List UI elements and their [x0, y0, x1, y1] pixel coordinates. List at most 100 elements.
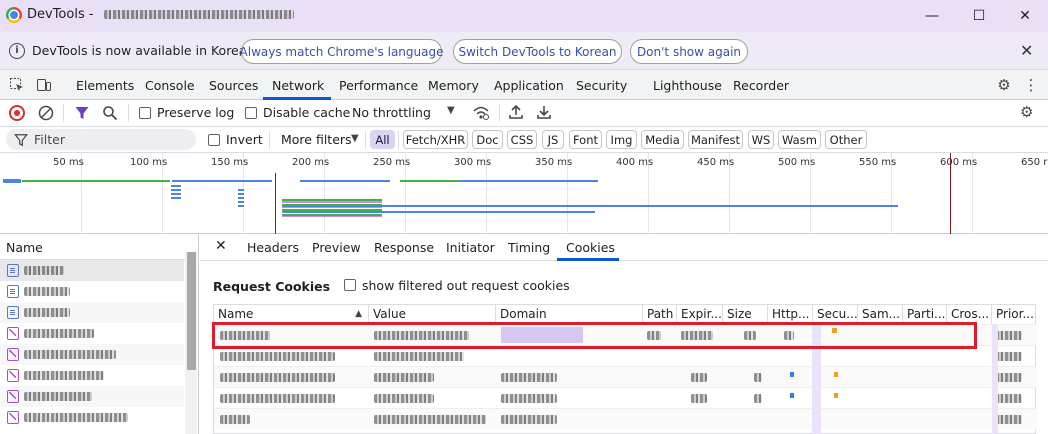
record-stop-icon[interactable]: [9, 105, 25, 121]
redacted-name: [24, 371, 104, 380]
chip-media[interactable]: Media: [641, 130, 684, 149]
invert-checkbox[interactable]: [208, 134, 220, 146]
redacted-cell: [220, 373, 335, 382]
list-item[interactable]: [0, 386, 184, 407]
timeline-tick: 500 ms: [778, 157, 816, 168]
import-har-icon[interactable]: [508, 104, 524, 120]
network-overview-timeline[interactable]: 50 ms 100 ms 150 ms 200 ms 250 ms 300 ms…: [0, 153, 1048, 234]
table-row[interactable]: [214, 408, 1037, 429]
network-conditions-icon[interactable]: [472, 104, 490, 122]
chip-wasm[interactable]: Wasm: [778, 130, 821, 149]
tab-network[interactable]: Network: [272, 78, 324, 93]
maximize-button[interactable]: ☐: [956, 0, 1002, 32]
throttling-select[interactable]: No throttling: [352, 105, 431, 120]
more-options-icon[interactable]: ⋮: [1023, 77, 1039, 93]
timeline-tick: 550 ms: [859, 157, 897, 168]
clear-icon[interactable]: [38, 105, 54, 121]
inspect-element-icon[interactable]: [9, 77, 25, 93]
timeline-tick: 350 ms: [535, 157, 573, 168]
disable-cache-label: Disable cache: [263, 105, 351, 120]
tab-performance[interactable]: Performance: [339, 78, 418, 93]
list-item[interactable]: [0, 365, 184, 386]
search-icon[interactable]: [102, 105, 118, 121]
tab-headers[interactable]: Headers: [247, 240, 299, 255]
minimize-button[interactable]: —: [909, 0, 955, 32]
column-header-name-label: Name: [218, 307, 254, 321]
tab-timing[interactable]: Timing: [508, 240, 550, 255]
redacted-url: [103, 10, 294, 19]
show-filtered-checkbox[interactable]: [344, 279, 356, 291]
chip-all[interactable]: All: [370, 130, 395, 149]
tab-recorder[interactable]: Recorder: [733, 78, 789, 93]
chip-fetch-xhr[interactable]: Fetch/XHR: [403, 130, 468, 149]
language-infobar: i DevTools is now available in Korean! A…: [0, 32, 1048, 70]
list-item[interactable]: [0, 323, 184, 344]
preserve-log-checkbox[interactable]: [139, 107, 151, 119]
chip-css[interactable]: CSS: [507, 130, 537, 149]
preserve-log-label: Preserve log: [157, 105, 235, 120]
close-detail-icon[interactable]: ✕: [215, 238, 227, 254]
redacted-cell: [834, 393, 838, 398]
redacted-cell: [754, 373, 762, 382]
filter-input[interactable]: Filter: [6, 129, 196, 150]
filter-placeholder: Filter: [34, 132, 65, 147]
chip-img[interactable]: Img: [606, 130, 637, 149]
tab-initiator[interactable]: Initiator: [446, 240, 495, 255]
tab-elements[interactable]: Elements: [76, 78, 134, 93]
timeline-tick: 300 ms: [454, 157, 492, 168]
filter-funnel-small-icon: [14, 133, 28, 147]
window-title-text: DevTools -: [27, 7, 94, 22]
device-toolbar-icon[interactable]: [36, 77, 52, 93]
fetch-request-icon: [7, 411, 19, 424]
toolbar-divider: [398, 131, 399, 149]
tab-response[interactable]: Response: [374, 240, 434, 255]
fetch-request-icon: [7, 348, 19, 361]
redacted-cell: [501, 394, 557, 403]
name-header-label: Name: [6, 240, 43, 255]
close-infobar-icon[interactable]: ✕: [1020, 41, 1033, 60]
redacted-name: [24, 266, 64, 275]
switch-korean-button[interactable]: Switch DevTools to Korean: [453, 39, 622, 64]
more-filters-dropdown[interactable]: More filters: [281, 132, 352, 147]
tab-console[interactable]: Console: [145, 78, 195, 93]
chevron-down-icon[interactable]: ▼: [351, 133, 359, 144]
chip-js[interactable]: JS: [542, 130, 564, 149]
chip-doc[interactable]: Doc: [472, 130, 503, 149]
redacted-cell: [996, 415, 1022, 424]
filter-row: Filter Invert More filters ▼ All Fetch/X…: [0, 127, 1048, 153]
tab-preview[interactable]: Preview: [312, 240, 361, 255]
list-item[interactable]: [0, 260, 184, 281]
export-har-icon[interactable]: [536, 104, 552, 120]
column-header-priority[interactable]: Prior...: [992, 305, 1037, 324]
dont-show-again-button[interactable]: Don't show again: [630, 39, 748, 64]
chevron-down-icon[interactable]: ▼: [447, 105, 455, 116]
list-item[interactable]: [0, 344, 184, 365]
list-item[interactable]: [0, 407, 184, 428]
network-settings-gear-icon[interactable]: ⚙: [1020, 103, 1033, 121]
list-item[interactable]: [0, 302, 184, 323]
settings-gear-icon[interactable]: ⚙: [996, 77, 1012, 93]
chip-ws[interactable]: WS: [748, 130, 774, 149]
tab-application[interactable]: Application: [494, 78, 564, 93]
match-language-button[interactable]: Always match Chrome's language: [240, 39, 443, 64]
tab-lighthouse[interactable]: Lighthouse: [653, 78, 722, 93]
fetch-request-icon: [7, 369, 19, 382]
tab-security[interactable]: Security: [576, 78, 627, 93]
chip-manifest[interactable]: Manifest: [688, 130, 743, 149]
tab-cookies[interactable]: Cookies: [566, 240, 615, 255]
tab-sources[interactable]: Sources: [209, 78, 258, 93]
redacted-cell: [374, 352, 464, 361]
table-row[interactable]: [214, 366, 1037, 387]
close-window-button[interactable]: ✕: [1002, 0, 1048, 32]
chip-other[interactable]: Other: [825, 130, 867, 149]
tab-memory[interactable]: Memory: [428, 78, 479, 93]
name-column-header[interactable]: Name: [0, 234, 199, 260]
waterfall-bar: [283, 211, 595, 213]
toolbar-divider: [128, 104, 129, 122]
chip-font[interactable]: Font: [569, 130, 602, 149]
name-pane-scrollbar-thumb[interactable]: [187, 252, 196, 370]
disable-cache-checkbox[interactable]: [245, 107, 257, 119]
filter-funnel-icon[interactable]: [74, 105, 90, 121]
list-item[interactable]: [0, 281, 184, 302]
table-row[interactable]: [214, 387, 1037, 408]
